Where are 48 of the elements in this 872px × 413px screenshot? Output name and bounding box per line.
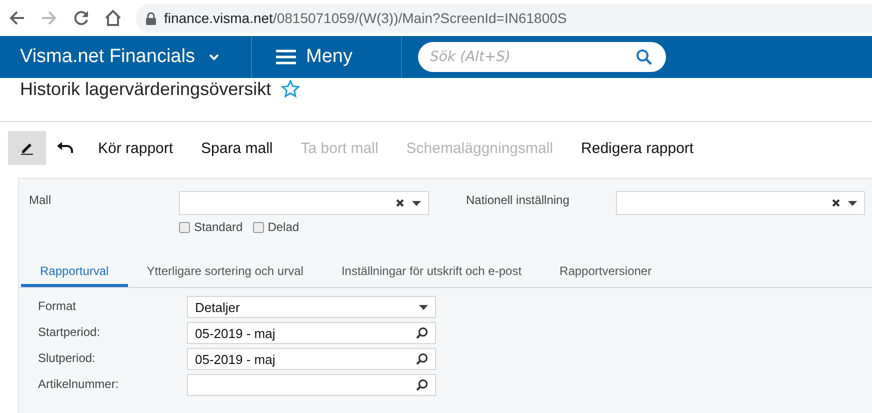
- tab[interactable]: Rapportversioner: [540, 264, 671, 287]
- dropdown-arrow-icon[interactable]: [412, 200, 421, 206]
- lookup-field[interactable]: 05-2019 - maj: [187, 322, 436, 344]
- lock-icon: [146, 12, 156, 24]
- field-label: Startperiod:: [37, 324, 102, 341]
- search-icon[interactable]: [416, 353, 428, 365]
- toolbar-button[interactable]: Spara mall: [187, 131, 287, 165]
- star-icon[interactable]: [281, 80, 300, 98]
- chevron-icon: [208, 54, 219, 60]
- edit-button[interactable]: [8, 131, 46, 165]
- dropdown-field[interactable]: [179, 191, 429, 215]
- undo-icon: [57, 142, 73, 154]
- back-icon[interactable]: [8, 9, 26, 27]
- reload-icon[interactable]: [72, 9, 90, 27]
- menu-button[interactable]: Meny: [252, 36, 402, 78]
- dropdown-arrow-icon[interactable]: [848, 200, 857, 206]
- menu-icon: [276, 49, 296, 65]
- search-icon[interactable]: [416, 327, 428, 339]
- field-label: Nationell inställning: [466, 192, 570, 207]
- checkbox-label: Delad: [268, 220, 300, 234]
- checkbox[interactable]: [252, 222, 264, 232]
- field-label: Artikelnummer:: [37, 376, 120, 393]
- field-label: Format: [37, 298, 78, 315]
- search-bar[interactable]: Sök (Alt+S): [418, 42, 666, 72]
- address-bar[interactable]: finance.visma.net/0815071059/(W(3))/Main?ScreenId=IN61800S: [136, 4, 872, 32]
- tab[interactable]: Ytterligare sortering och urval: [128, 264, 322, 287]
- dropdown-arrow-icon[interactable]: [419, 304, 428, 310]
- field-label: Slutperiod:: [37, 350, 96, 367]
- clear-icon[interactable]: [832, 199, 840, 207]
- url-text: finance.visma.net/0815071059/(W(3))/Main?ScreenId=IN61800S: [164, 10, 567, 26]
- home-icon[interactable]: [104, 9, 122, 27]
- toolbar-button[interactable]: Redigera rapport: [567, 131, 708, 165]
- dropdown-field[interactable]: Detaljer: [187, 296, 436, 318]
- page-title: Historik lagervärderingsöversikt: [20, 79, 272, 100]
- tab[interactable]: Inställningar för utskrift och e-post: [322, 264, 541, 287]
- clear-icon[interactable]: [396, 199, 404, 207]
- search-input[interactable]: Sök (Alt+S): [428, 48, 636, 66]
- checkbox-label: Standard: [194, 220, 243, 234]
- lookup-field[interactable]: 05-2019 - maj: [187, 348, 436, 370]
- pencil-icon: [20, 141, 34, 155]
- search-icon[interactable]: [416, 379, 428, 391]
- toolbar-button[interactable]: Kör rapport: [84, 131, 188, 165]
- field-label: Mall: [28, 192, 52, 207]
- lookup-field[interactable]: [187, 374, 436, 396]
- dropdown-field[interactable]: [616, 191, 865, 215]
- app-switcher[interactable]: Visma.net Financials: [0, 36, 252, 78]
- checkbox[interactable]: [179, 222, 190, 232]
- tab[interactable]: Rapporturval: [21, 264, 128, 287]
